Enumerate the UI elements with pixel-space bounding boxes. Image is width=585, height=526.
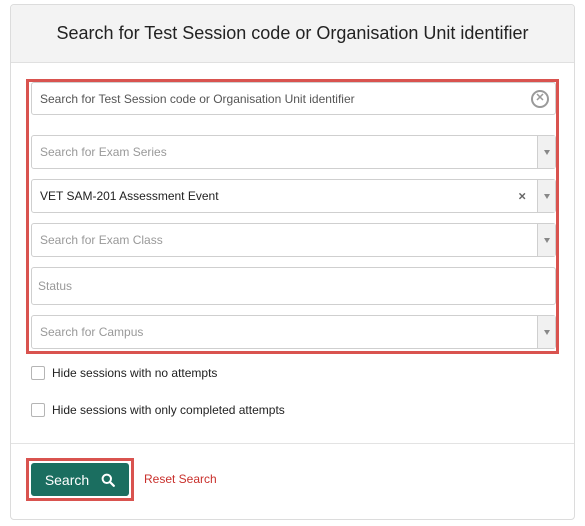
caret-down-icon [543, 193, 550, 199]
caret-down-icon [543, 149, 550, 155]
magnifier-icon [101, 473, 116, 487]
exam-class-dropdown-toggle[interactable] [537, 224, 555, 256]
exam-series-placeholder: Search for Exam Series [40, 145, 167, 159]
campus-dropdown-toggle[interactable] [537, 316, 555, 348]
session-search-placeholder: Search for Test Session code or Organisa… [40, 91, 355, 106]
session-search-input[interactable]: Search for Test Session code or Organisa… [31, 82, 556, 115]
hide-no-attempts-checkbox[interactable] [31, 366, 45, 380]
hide-no-attempts-option[interactable]: Hide sessions with no attempts [31, 366, 217, 380]
hide-completed-label: Hide sessions with only completed attemp… [52, 403, 285, 417]
campus-select[interactable]: Search for Campus [31, 315, 556, 349]
search-button-label: Search [44, 471, 90, 488]
hide-completed-option[interactable]: Hide sessions with only completed attemp… [31, 403, 285, 417]
footer-divider [11, 443, 574, 444]
assessment-event-dropdown-toggle[interactable] [537, 180, 555, 212]
clear-circle-icon[interactable]: ✕ [531, 89, 549, 108]
caret-down-icon [543, 237, 550, 243]
clear-selection-icon[interactable]: × [518, 189, 526, 204]
assessment-event-select[interactable]: VET SAM-201 Assessment Event × [31, 179, 556, 213]
exam-series-select[interactable]: Search for Exam Series [31, 135, 556, 169]
campus-placeholder: Search for Campus [40, 325, 144, 339]
assessment-event-value: VET SAM-201 Assessment Event [40, 189, 219, 203]
exam-class-select[interactable]: Search for Exam Class [31, 223, 556, 257]
reset-search-link[interactable]: Reset Search [144, 472, 217, 486]
panel-title: Search for Test Session code or Organisa… [56, 23, 529, 43]
status-placeholder: Status [38, 279, 73, 293]
panel-header: Search for Test Session code or Organisa… [11, 5, 574, 63]
hide-completed-checkbox[interactable] [31, 403, 45, 417]
hide-no-attempts-label: Hide sessions with no attempts [52, 366, 218, 380]
status-field[interactable]: Status [31, 267, 556, 305]
search-button[interactable]: Search [31, 463, 129, 496]
caret-down-icon [543, 329, 550, 335]
exam-series-dropdown-toggle[interactable] [537, 136, 555, 168]
fields-highlight-box [26, 79, 559, 354]
exam-class-placeholder: Search for Exam Class [40, 233, 163, 247]
